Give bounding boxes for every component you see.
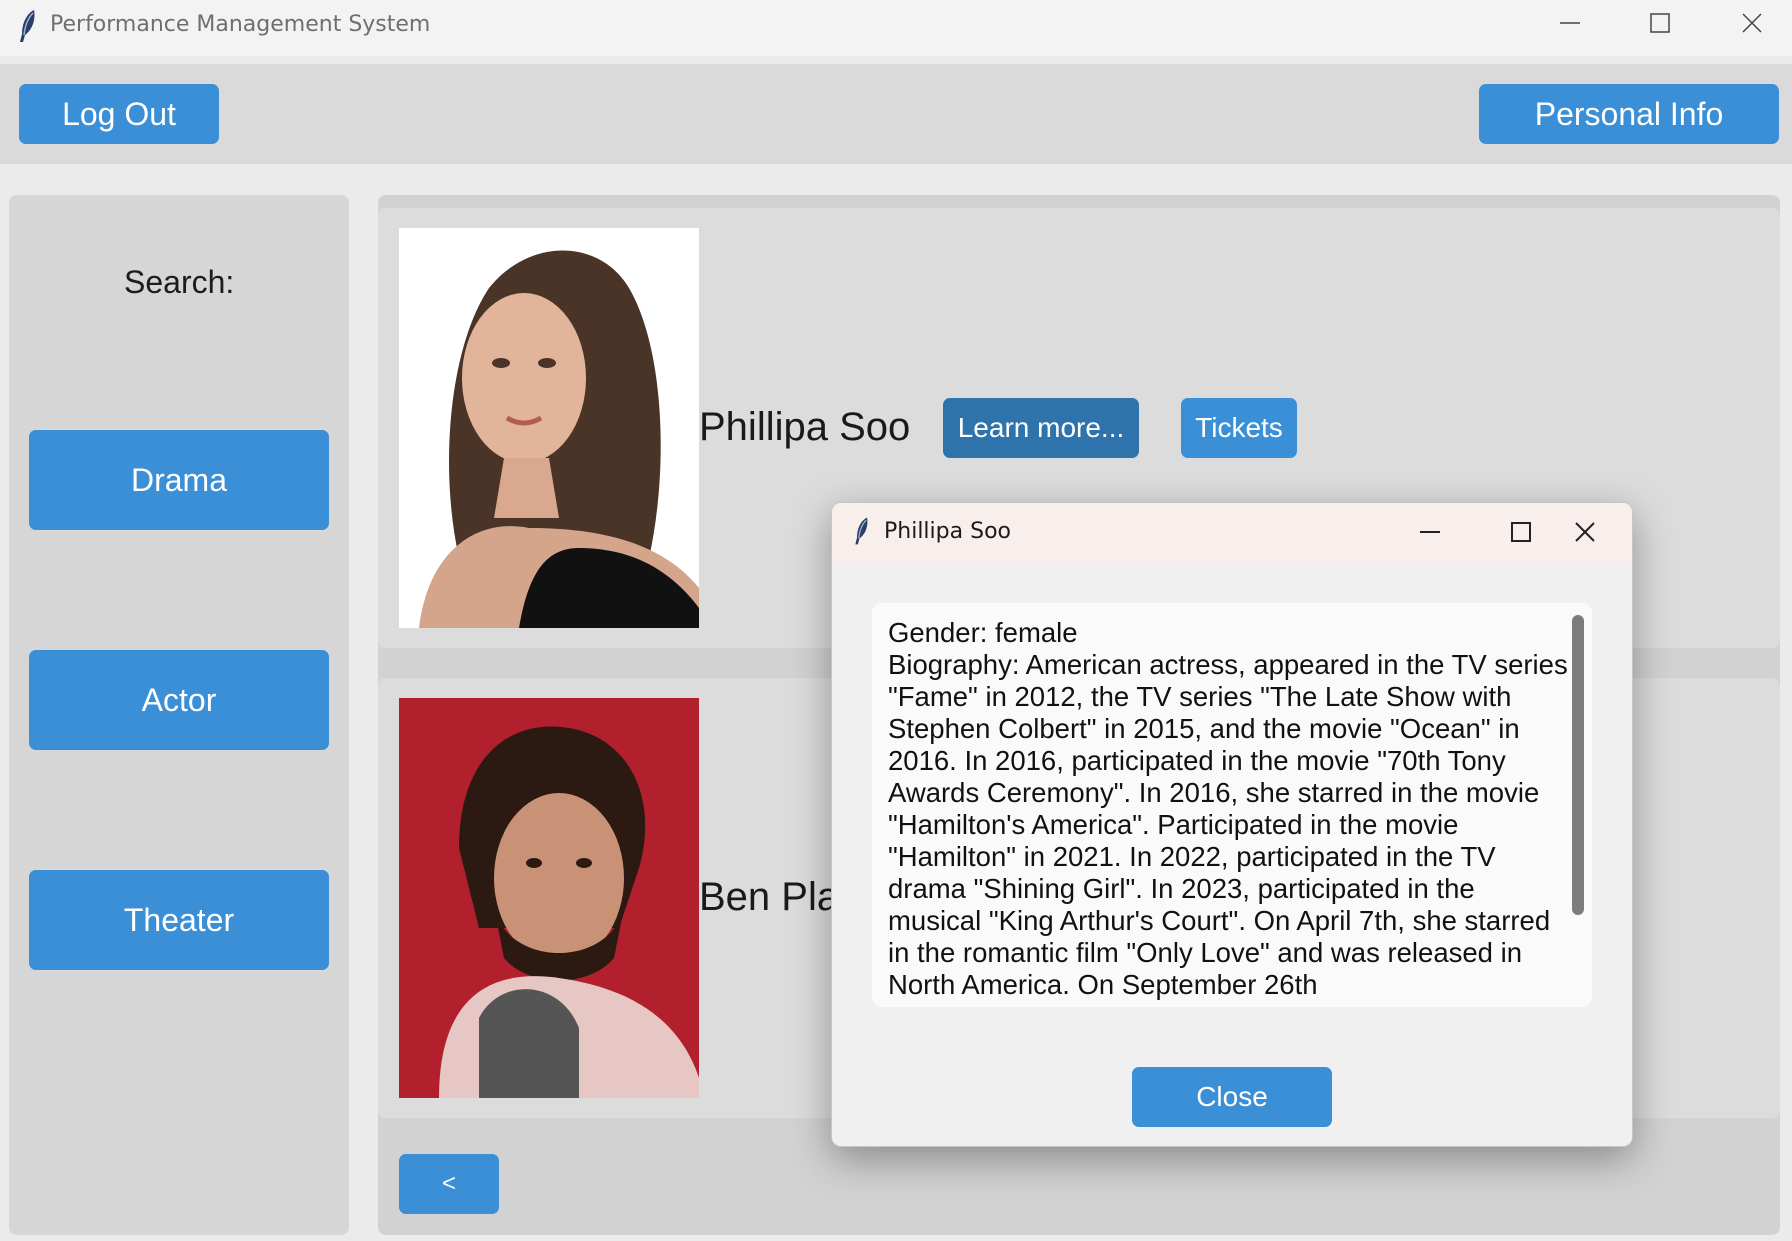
log-out-button[interactable]: Log Out: [19, 84, 219, 144]
close-window-button[interactable]: [1706, 0, 1792, 46]
actor-detail-dialog: Phillipa Soo Gender: female Biography: A…: [831, 502, 1633, 1147]
actor-name-ben: Ben Pla: [699, 875, 840, 919]
actor-photo-phillipa: [399, 228, 699, 628]
biography-line: Biography: American actress, appeared in…: [888, 649, 1568, 1000]
search-label: Search:: [124, 264, 235, 300]
feather-icon: [20, 10, 35, 42]
close-button[interactable]: Close: [1132, 1067, 1332, 1127]
sidebar-item-theater[interactable]: Theater: [29, 870, 329, 970]
personal-info-button[interactable]: Personal Info: [1479, 84, 1779, 144]
previous-page-button[interactable]: <: [399, 1154, 499, 1214]
feather-icon: [855, 517, 868, 545]
sidebar-item-drama[interactable]: Drama: [29, 430, 329, 530]
gender-line: Gender: female: [888, 617, 1078, 648]
maximize-button[interactable]: [1614, 0, 1706, 46]
window-titlebar: Performance Management System: [0, 0, 1792, 56]
maximize-icon: [1511, 522, 1531, 542]
maximize-icon: [1650, 13, 1670, 33]
biography-textbox[interactable]: Gender: female Biography: American actre…: [872, 603, 1592, 1007]
dialog-close-icon-button[interactable]: [1540, 509, 1630, 555]
minimize-button[interactable]: [1524, 0, 1616, 46]
biography-scrollbar[interactable]: [1572, 615, 1584, 915]
close-icon: [1742, 13, 1762, 33]
biography-text: Gender: female Biography: American actre…: [888, 617, 1568, 1001]
learn-more-button[interactable]: Learn more...: [943, 398, 1139, 458]
minimize-icon: [1560, 22, 1580, 24]
actor-photo-ben: [399, 698, 699, 1098]
dialog-title: Phillipa Soo: [884, 519, 1011, 544]
actor-name-phillipa: Phillipa Soo: [699, 405, 911, 449]
dialog-minimize-button[interactable]: [1385, 509, 1475, 555]
window-title: Performance Management System: [50, 12, 431, 37]
tickets-button[interactable]: Tickets: [1181, 398, 1297, 458]
minimize-icon: [1420, 531, 1440, 533]
dialog-titlebar: Phillipa Soo: [832, 503, 1632, 563]
close-icon: [1575, 522, 1595, 542]
sidebar-item-actor[interactable]: Actor: [29, 650, 329, 750]
